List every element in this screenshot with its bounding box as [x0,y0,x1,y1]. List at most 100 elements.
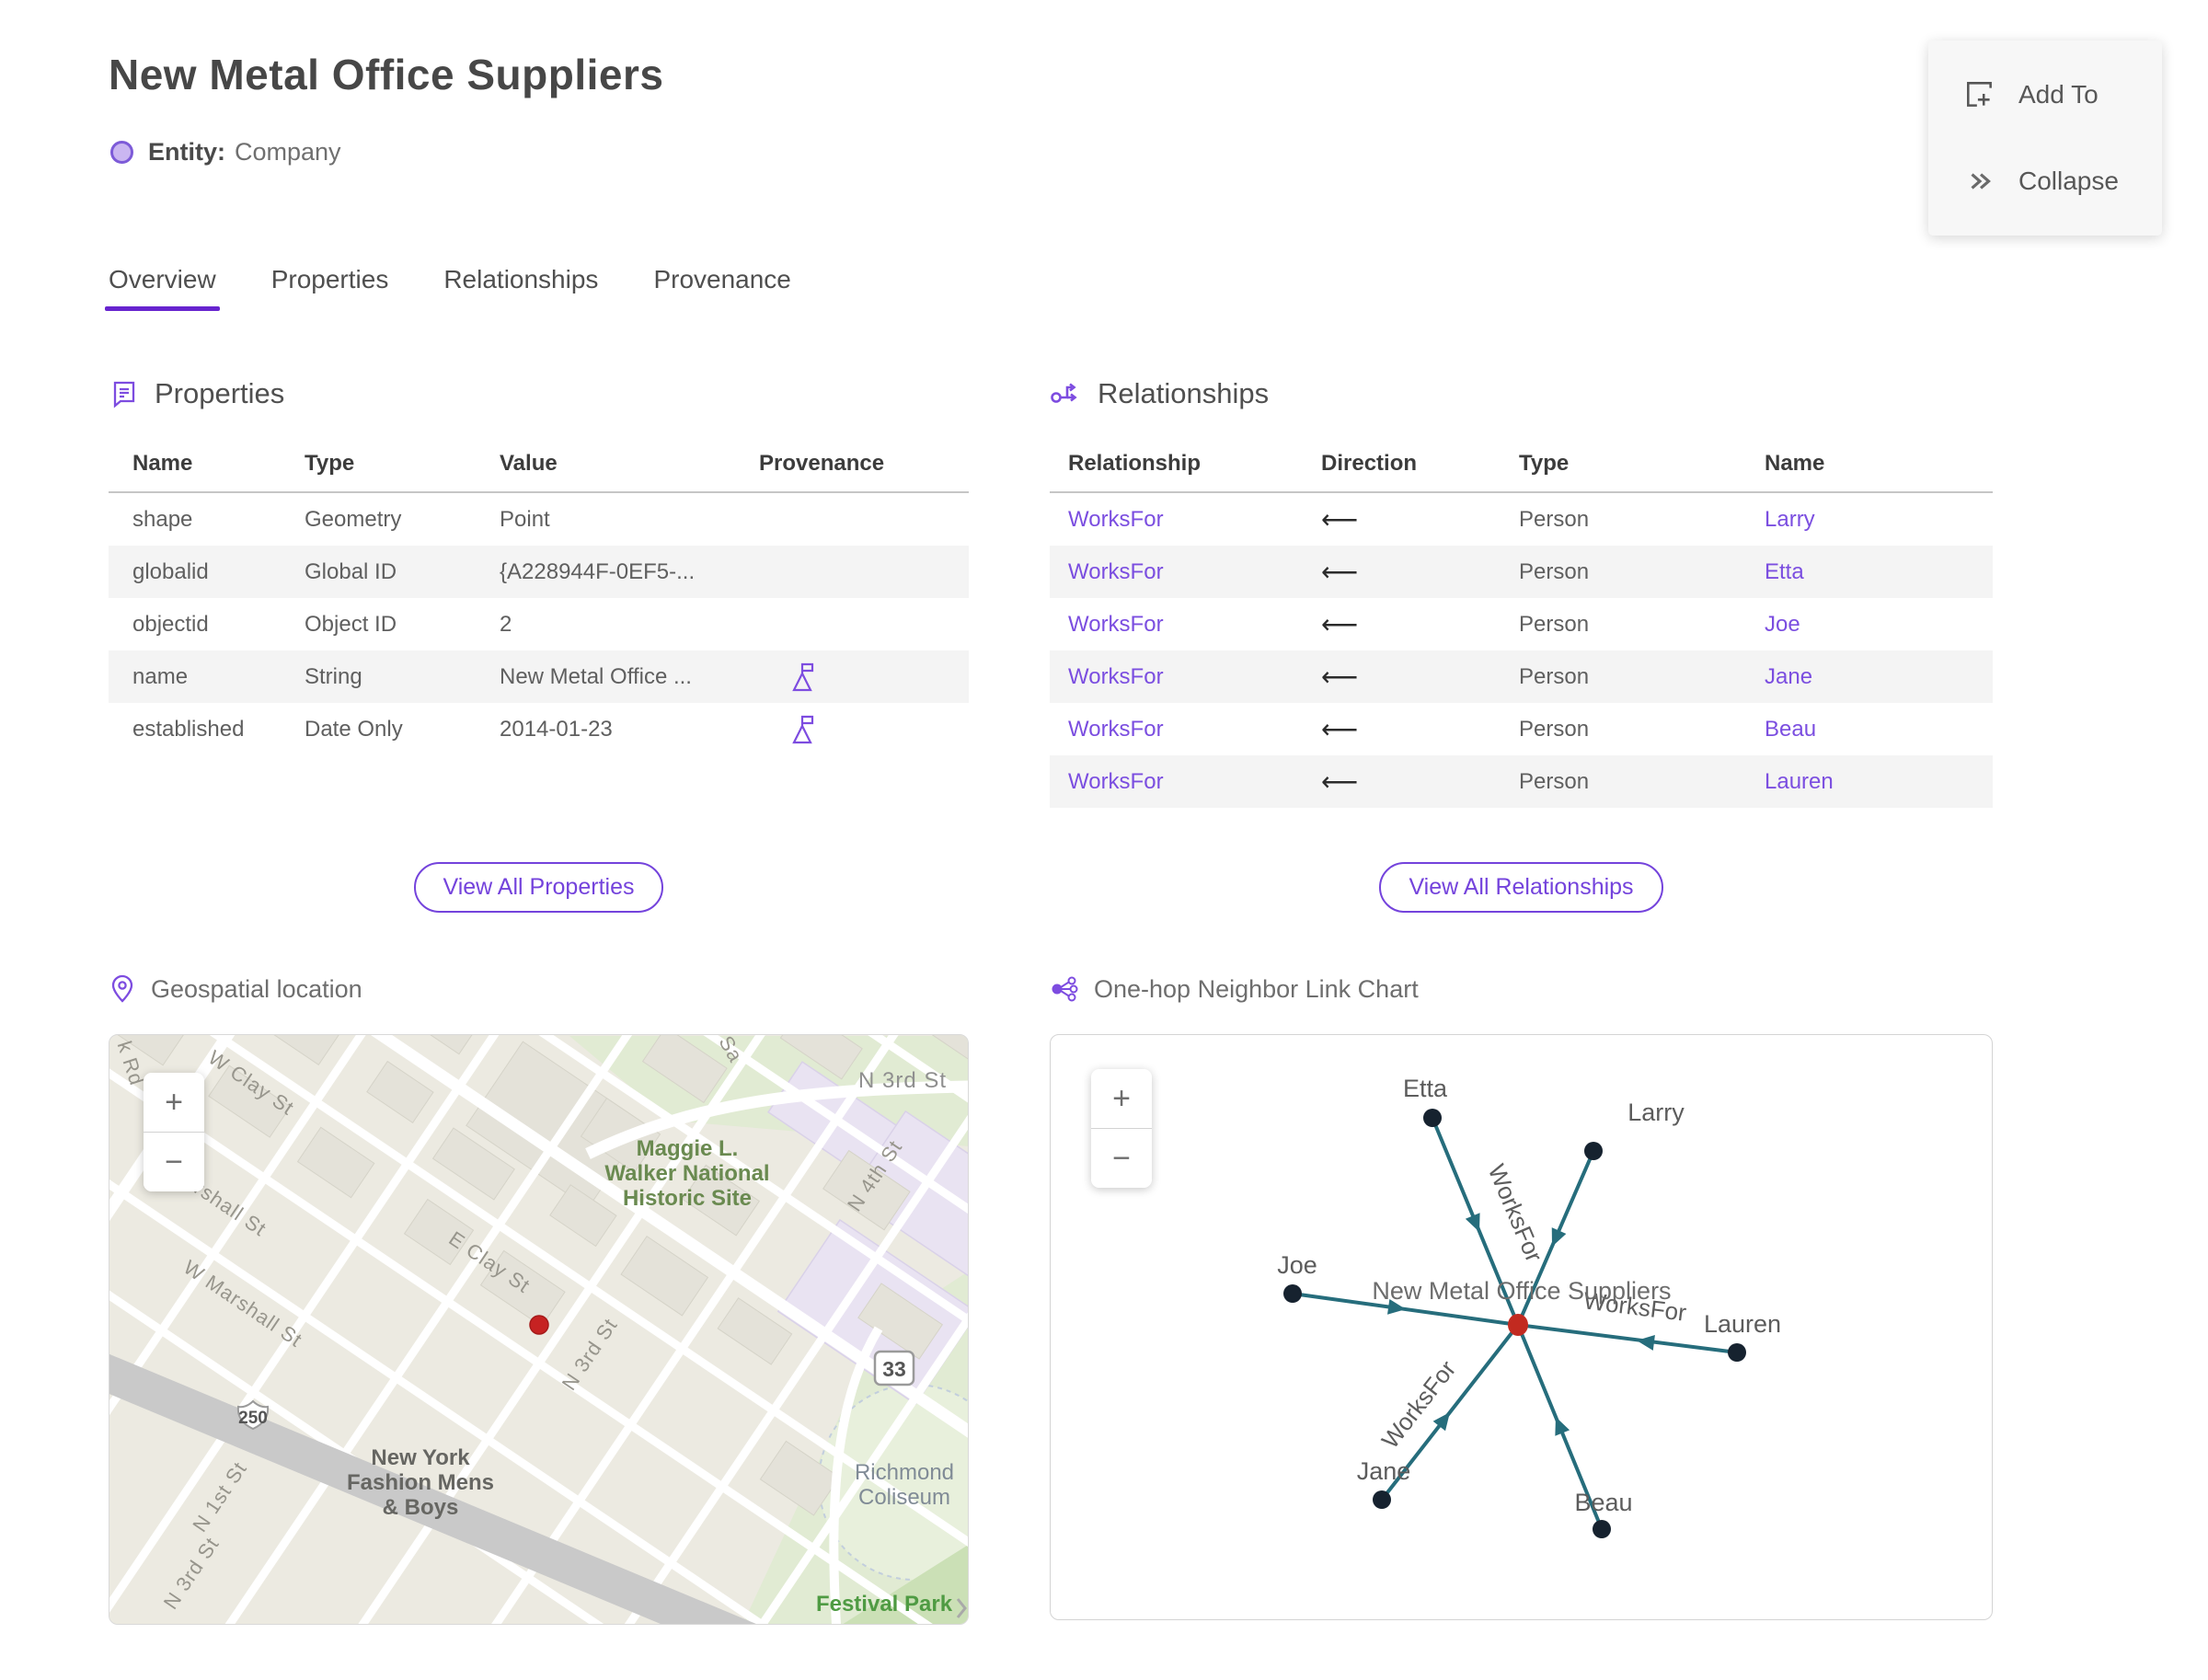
map[interactable]: + − W Clay St arshall St W Marshall St E… [109,1034,969,1625]
map-pin-icon [111,974,133,1003]
overview-content: Properties Name Type Value Provenance sh… [109,375,1993,1625]
entity-label: Entity: [148,138,225,166]
property-type: Date Only [305,716,403,742]
relationships-section-header: Relationships [1050,375,1993,412]
entity-type-icon [110,141,133,164]
col-header-direction: Direction [1321,451,1418,476]
view-all-relationships-button[interactable]: View All Relationships [1379,862,1663,913]
property-type: Object ID [305,611,397,637]
related-type: Person [1519,558,1590,584]
chart-node-label: Larry [1627,1099,1685,1126]
chart-node-center[interactable] [1508,1314,1528,1336]
table-row: name String New Metal Office ... [109,650,969,703]
table-row: WorksFor ⟵ Person Larry [1050,493,1993,546]
link-chart[interactable]: + − WorksFor WorksFor WorksFor Etta Larr… [1050,1034,1993,1620]
related-entity-link[interactable]: Etta [1765,559,1993,585]
property-name: name [132,663,189,689]
related-entity-link[interactable]: Jane [1765,664,1993,690]
linkchart-section-header: One-hop Neighbor Link Chart [1050,972,1993,1007]
add-to-icon [1967,82,1992,107]
relationship-link[interactable]: WorksFor [1050,664,1321,690]
chart-node-label: Lauren [1704,1310,1781,1338]
relationship-link[interactable]: WorksFor [1050,559,1321,585]
poi-label-ny: New York [371,1445,470,1470]
page-title: New Metal Office Suppliers [109,51,664,98]
chart-node-larry[interactable] [1584,1142,1603,1160]
related-type: Person [1519,506,1590,532]
map-location-marker[interactable] [529,1315,549,1335]
map-zoom-control: + − [144,1073,204,1191]
relationship-link[interactable]: WorksFor [1050,507,1321,533]
chart-node-joe[interactable] [1283,1284,1302,1303]
linkchart-section-title: One-hop Neighbor Link Chart [1094,974,1419,1003]
properties-section-title: Properties [155,377,285,409]
relationships-icon [1051,383,1077,403]
route-badge-33: 33 [882,1357,906,1381]
chart-node-lauren[interactable] [1728,1343,1746,1362]
table-row: established Date Only 2014-01-23 [109,703,969,755]
related-entity-link[interactable]: Beau [1765,717,1993,742]
col-header-relationship: Relationship [1068,451,1202,476]
collapse-button[interactable]: Collapse [1963,165,2162,198]
property-name: globalid [132,558,209,584]
poi-label-richmond: Coliseum [858,1485,950,1510]
provenance-flag-icon[interactable] [790,714,818,745]
provenance-flag-icon[interactable] [790,662,818,693]
col-header-name: Name [1765,451,1825,476]
col-header-name: Name [132,451,193,476]
relationships-table-header: Relationship Direction Type Name [1050,443,1993,493]
properties-table-header: Name Type Value Provenance [109,443,969,493]
poi-label-maggie: Walker National [604,1161,769,1186]
map-zoom-in-button[interactable]: + [144,1073,204,1132]
tab-overview[interactable]: Overview [105,265,220,311]
relationships-table: Relationship Direction Type Name WorksFo… [1050,443,1993,808]
table-row: WorksFor ⟵ Person Jane [1050,650,1993,703]
chevrons-right-icon [1971,173,1991,190]
property-value: 2 [500,611,512,637]
property-value: New Metal Office ... [500,663,692,689]
property-type: Global ID [305,558,397,584]
chart-zoom-out-button[interactable]: − [1091,1129,1152,1188]
tab-provenance[interactable]: Provenance [653,265,790,311]
street-label: N 3rd St [858,1068,947,1093]
map-canvas: W Clay St arshall St W Marshall St E Cla… [109,1035,968,1624]
related-entity-link[interactable]: Joe [1765,612,1993,638]
properties-icon [113,381,135,408]
chart-node-jane[interactable] [1373,1490,1391,1509]
view-all-properties-button[interactable]: View All Properties [413,862,664,913]
direction-arrow: ⟵ [1321,505,1359,534]
properties-table: Name Type Value Provenance shape Geometr… [109,443,969,755]
related-type: Person [1519,663,1590,689]
tab-relationships[interactable]: Relationships [443,265,598,311]
poi-label-richmond: Richmond [855,1460,954,1485]
poi-label-ny: & Boys [383,1495,459,1520]
poi-label-ny: Fashion Mens [347,1470,494,1495]
tab-properties[interactable]: Properties [271,265,389,311]
poi-label-festival: Festival Park [816,1592,953,1617]
geospatial-section-title: Geospatial location [151,974,362,1003]
chart-zoom-in-button[interactable]: + [1091,1069,1152,1128]
relationship-link[interactable]: WorksFor [1050,612,1321,638]
actions-panel: Add To Collapse [1928,40,2162,236]
table-row: WorksFor ⟵ Person Joe [1050,598,1993,650]
chart-zoom-control: + − [1091,1069,1152,1188]
table-row: WorksFor ⟵ Person Lauren [1050,755,1993,808]
add-to-button[interactable]: Add To [1963,78,2162,111]
chart-node-etta[interactable] [1423,1109,1442,1127]
property-type: Geometry [305,506,402,532]
table-row: globalid Global ID {A228944F-0EF5-... [109,546,969,598]
related-entity-link[interactable]: Larry [1765,507,1993,533]
entity-type-value: Company [235,138,341,166]
related-entity-link[interactable]: Lauren [1765,769,1993,795]
direction-arrow: ⟵ [1321,610,1359,639]
property-value: 2014-01-23 [500,716,613,742]
relationship-link[interactable]: WorksFor [1050,769,1321,795]
map-zoom-out-button[interactable]: − [144,1133,204,1191]
link-chart-canvas: WorksFor WorksFor WorksFor Etta Larry Jo… [1277,1075,1781,1538]
relationship-link[interactable]: WorksFor [1050,717,1321,742]
chart-node-beau[interactable] [1593,1520,1611,1538]
chart-node-label: Joe [1277,1251,1317,1279]
property-value: Point [500,506,550,532]
tab-bar: Overview Properties Relationships Proven… [105,265,791,311]
link-chart-icon [1052,976,1078,1002]
